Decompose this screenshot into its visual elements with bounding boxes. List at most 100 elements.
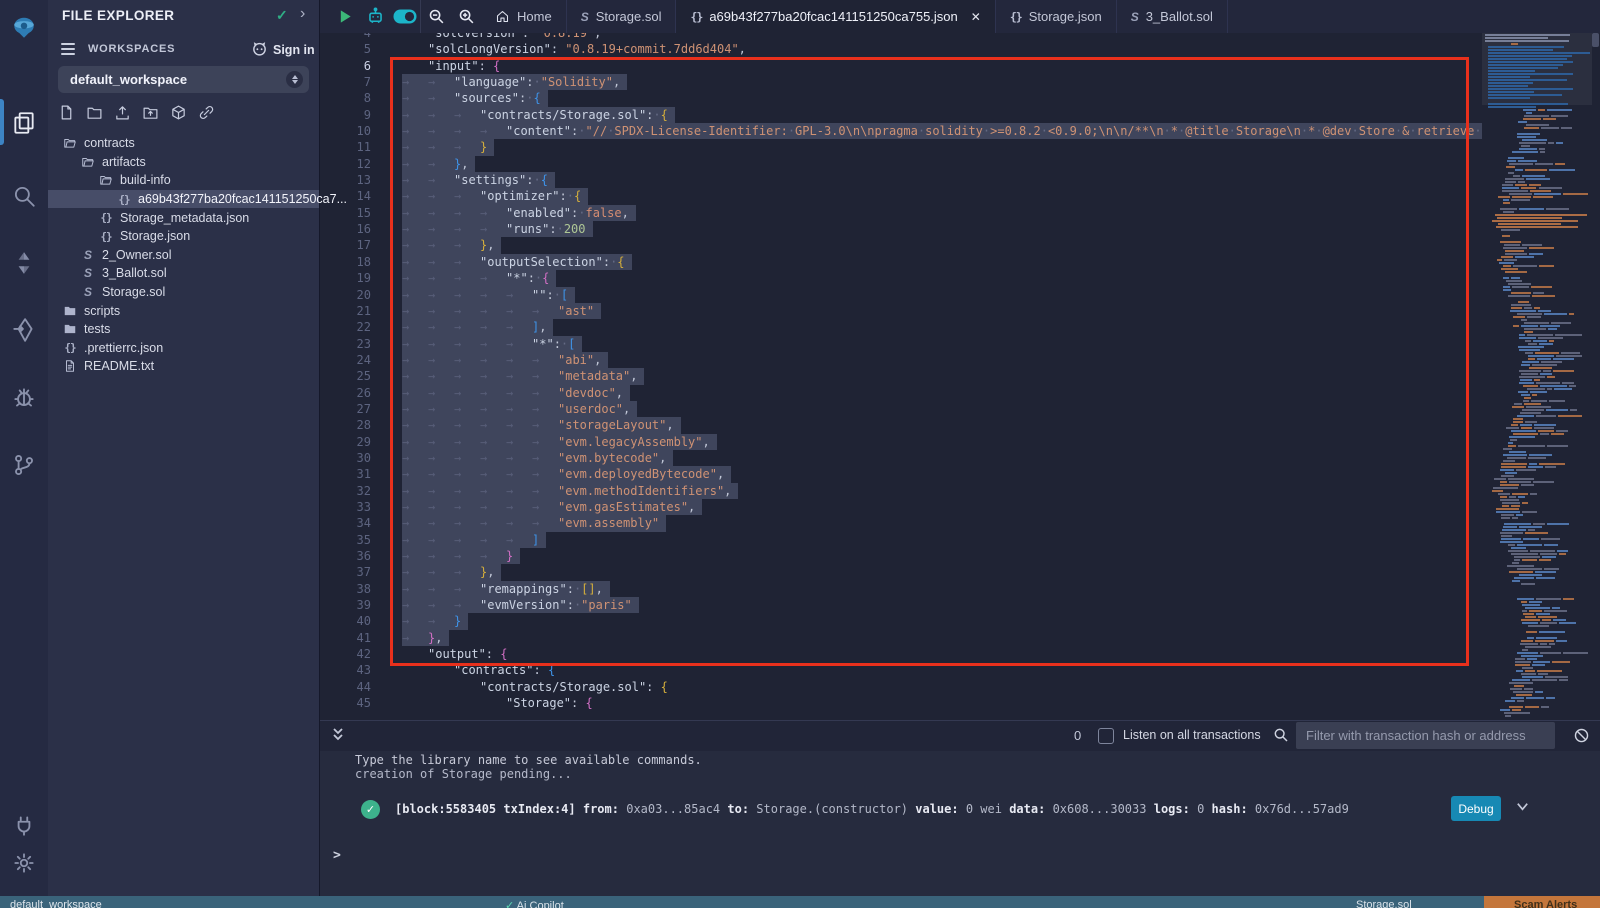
code-editor[interactable]: 4"solcVersion": "0.8.19",5"solcLongVersi…: [319, 33, 1482, 720]
home-icon: [495, 9, 510, 24]
tree-item-label: 3_Ballot.sol: [102, 266, 167, 280]
tree-item-label: scripts: [84, 304, 120, 318]
code-line-39: 39→→→"evmVersion":·"paris": [319, 597, 1482, 613]
solidity-icon: S: [581, 10, 589, 24]
vertical-scrollbar[interactable]: [1592, 33, 1599, 47]
sol-icon: S: [80, 248, 96, 262]
tree-item-contracts[interactable]: contracts: [48, 134, 319, 153]
tab-storage-sol[interactable]: SStorage.sol: [567, 0, 677, 33]
clear-console-icon[interactable]: [1573, 727, 1590, 749]
code-line-36: 36→→→→}: [319, 548, 1482, 564]
code-line-42: 42"output": {: [319, 646, 1482, 662]
debug-button[interactable]: Debug: [1451, 796, 1501, 821]
tree-item--prettierrc-json[interactable]: {}.prettierrc.json: [48, 339, 319, 358]
transaction-filter-input[interactable]: [1296, 722, 1555, 749]
sign-in-label: Sign in: [273, 43, 315, 57]
zoom-in-icon[interactable]: [451, 0, 481, 33]
workspace-switch-icon: [286, 71, 303, 88]
tree-item-build-info[interactable]: build-info: [48, 171, 319, 190]
github-icon: [251, 40, 268, 60]
terminal-log-line: creation of Storage pending...: [355, 767, 572, 781]
copilot-toggle[interactable]: [390, 0, 420, 33]
link-icon[interactable]: [198, 104, 215, 121]
ai-robot-icon[interactable]: [360, 0, 390, 33]
code-line-18: 18→→→"outputSelection":·{: [319, 254, 1482, 270]
tree-item-label: 2_Owner.sol: [102, 248, 171, 262]
chevron-right-icon[interactable]: ›: [300, 5, 305, 23]
tab-a69b43f277ba20fcac141151250ca755-json[interactable]: {} a69b43f277ba20fcac141151250ca755.json ✕: [676, 0, 995, 33]
json-icon: {}: [62, 341, 78, 354]
tab-label: 3_Ballot.sol: [1146, 9, 1213, 24]
statusbar-workspace[interactable]: default_workspace: [10, 899, 102, 908]
tab-storage-json[interactable]: {}Storage.json: [996, 0, 1117, 33]
expand-transaction-icon[interactable]: [1515, 799, 1530, 817]
tree-item-storage-metadata-json[interactable]: {}Storage_metadata.json: [48, 208, 319, 227]
editor-toolbar: [319, 0, 481, 33]
rail-deploy-run-icon[interactable]: [0, 310, 48, 350]
workspaces-row: WORKSPACES Sign in: [48, 40, 319, 60]
new-folder-icon[interactable]: [86, 104, 103, 121]
rail-git-icon[interactable]: [0, 445, 48, 485]
code-line-32: 32→→→→→→"evm.methodIdentifiers",: [319, 483, 1482, 499]
rail-search-icon[interactable]: [0, 176, 48, 216]
code-line-26: 26→→→→→→"devdoc",: [319, 385, 1482, 401]
rail-debugger-icon[interactable]: [0, 378, 48, 418]
code-line-4: 4"solcVersion": "0.8.19",: [319, 33, 1482, 41]
zoom-out-icon[interactable]: [421, 0, 451, 33]
upload-file-icon[interactable]: [114, 104, 131, 121]
tree-item-label: README.txt: [84, 359, 154, 373]
main-area: Home SStorage.sol {} a69b43f277ba20fcac1411…: [319, 0, 1600, 896]
rail-file-explorer-icon[interactable]: [0, 103, 48, 143]
tree-item-a69b43f277ba20fcac141151250ca7-[interactable]: {}a69b43f277ba20fcac141151250ca7...: [48, 190, 319, 209]
success-check-icon: ✓: [361, 800, 380, 819]
tree-item-artifacts[interactable]: artifacts: [48, 153, 319, 172]
tree-item-storage-json[interactable]: {}Storage.json: [48, 227, 319, 246]
tree-item-readme-txt[interactable]: README.txt: [48, 357, 319, 376]
panel-title: FILE EXPLORER: [62, 8, 174, 23]
doc-icon: [62, 359, 78, 373]
tree-item-2-owner-sol[interactable]: S 2_Owner.sol: [48, 246, 319, 265]
terminal-prompt[interactable]: >: [333, 848, 341, 863]
terminal-expand-icon[interactable]: [331, 727, 345, 748]
tab-label: a69b43f277ba20fcac141151250ca755.json: [709, 9, 957, 24]
hamburger-menu-icon[interactable]: [61, 43, 75, 58]
statusbar-copilot[interactable]: ✓ Ai Copilot: [505, 899, 564, 908]
tab-label: Home: [517, 9, 552, 24]
code-line-29: 29→→→→→→"evm.legacyAssembly",: [319, 434, 1482, 450]
workspace-name: default_workspace: [70, 72, 187, 87]
new-file-icon[interactable]: [58, 104, 75, 121]
listen-all-checkbox[interactable]: [1098, 728, 1114, 744]
run-script-button[interactable]: [330, 0, 360, 33]
upload-folder-icon[interactable]: [142, 104, 159, 121]
sol-icon: S: [80, 266, 96, 280]
code-line-12: 12→→},: [319, 156, 1482, 172]
json-icon: {}: [690, 10, 702, 24]
code-line-35: 35→→→→→]: [319, 532, 1482, 548]
tree-item-storage-sol[interactable]: SStorage.sol: [48, 283, 319, 302]
tab-3-ballot-sol[interactable]: S3_Ballot.sol: [1117, 0, 1228, 33]
file-tree: contractsartifactsbuild-info{}a69b43f277…: [48, 134, 319, 376]
rail-settings-icon[interactable]: [0, 843, 48, 883]
tab-label: Storage.json: [1029, 9, 1102, 24]
rail-remix-logo[interactable]: [0, 8, 48, 48]
tree-item-tests[interactable]: tests: [48, 320, 319, 339]
github-sign-in-button[interactable]: Sign in: [251, 40, 315, 60]
tree-item-3-ballot-sol[interactable]: S 3_Ballot.sol: [48, 264, 319, 283]
rail-plugin-manager-icon[interactable]: [0, 805, 48, 845]
code-line-23: 23→→→→→"*":·[: [319, 336, 1482, 352]
code-line-34: 34→→→→→→"evm.assembly": [319, 515, 1482, 531]
rail-solidity-compiler-icon[interactable]: [0, 243, 48, 283]
remix-ide-window: FILE EXPLORER ✓ › WORKSPACES Sign in def…: [0, 0, 1600, 908]
publish-cube-icon[interactable]: [170, 104, 187, 121]
close-tab-icon[interactable]: ✕: [971, 10, 981, 24]
minimap[interactable]: [1482, 33, 1592, 720]
workspace-dropdown[interactable]: default_workspace: [58, 66, 309, 93]
tabs: Home SStorage.sol {} a69b43f277ba20fcac1411…: [481, 0, 1228, 33]
terminal[interactable]: Type the library name to see available c…: [319, 750, 1600, 896]
code-line-7: 7→→"language":·"Solidity",: [319, 74, 1482, 90]
tree-item-scripts[interactable]: scripts: [48, 301, 319, 320]
scam-alert-badge[interactable]: Scam Alerts: [1484, 896, 1600, 908]
code-line-19: 19→→→→"*":·{: [319, 270, 1482, 286]
folder-icon: [62, 304, 78, 318]
tab-home[interactable]: Home: [481, 0, 567, 33]
